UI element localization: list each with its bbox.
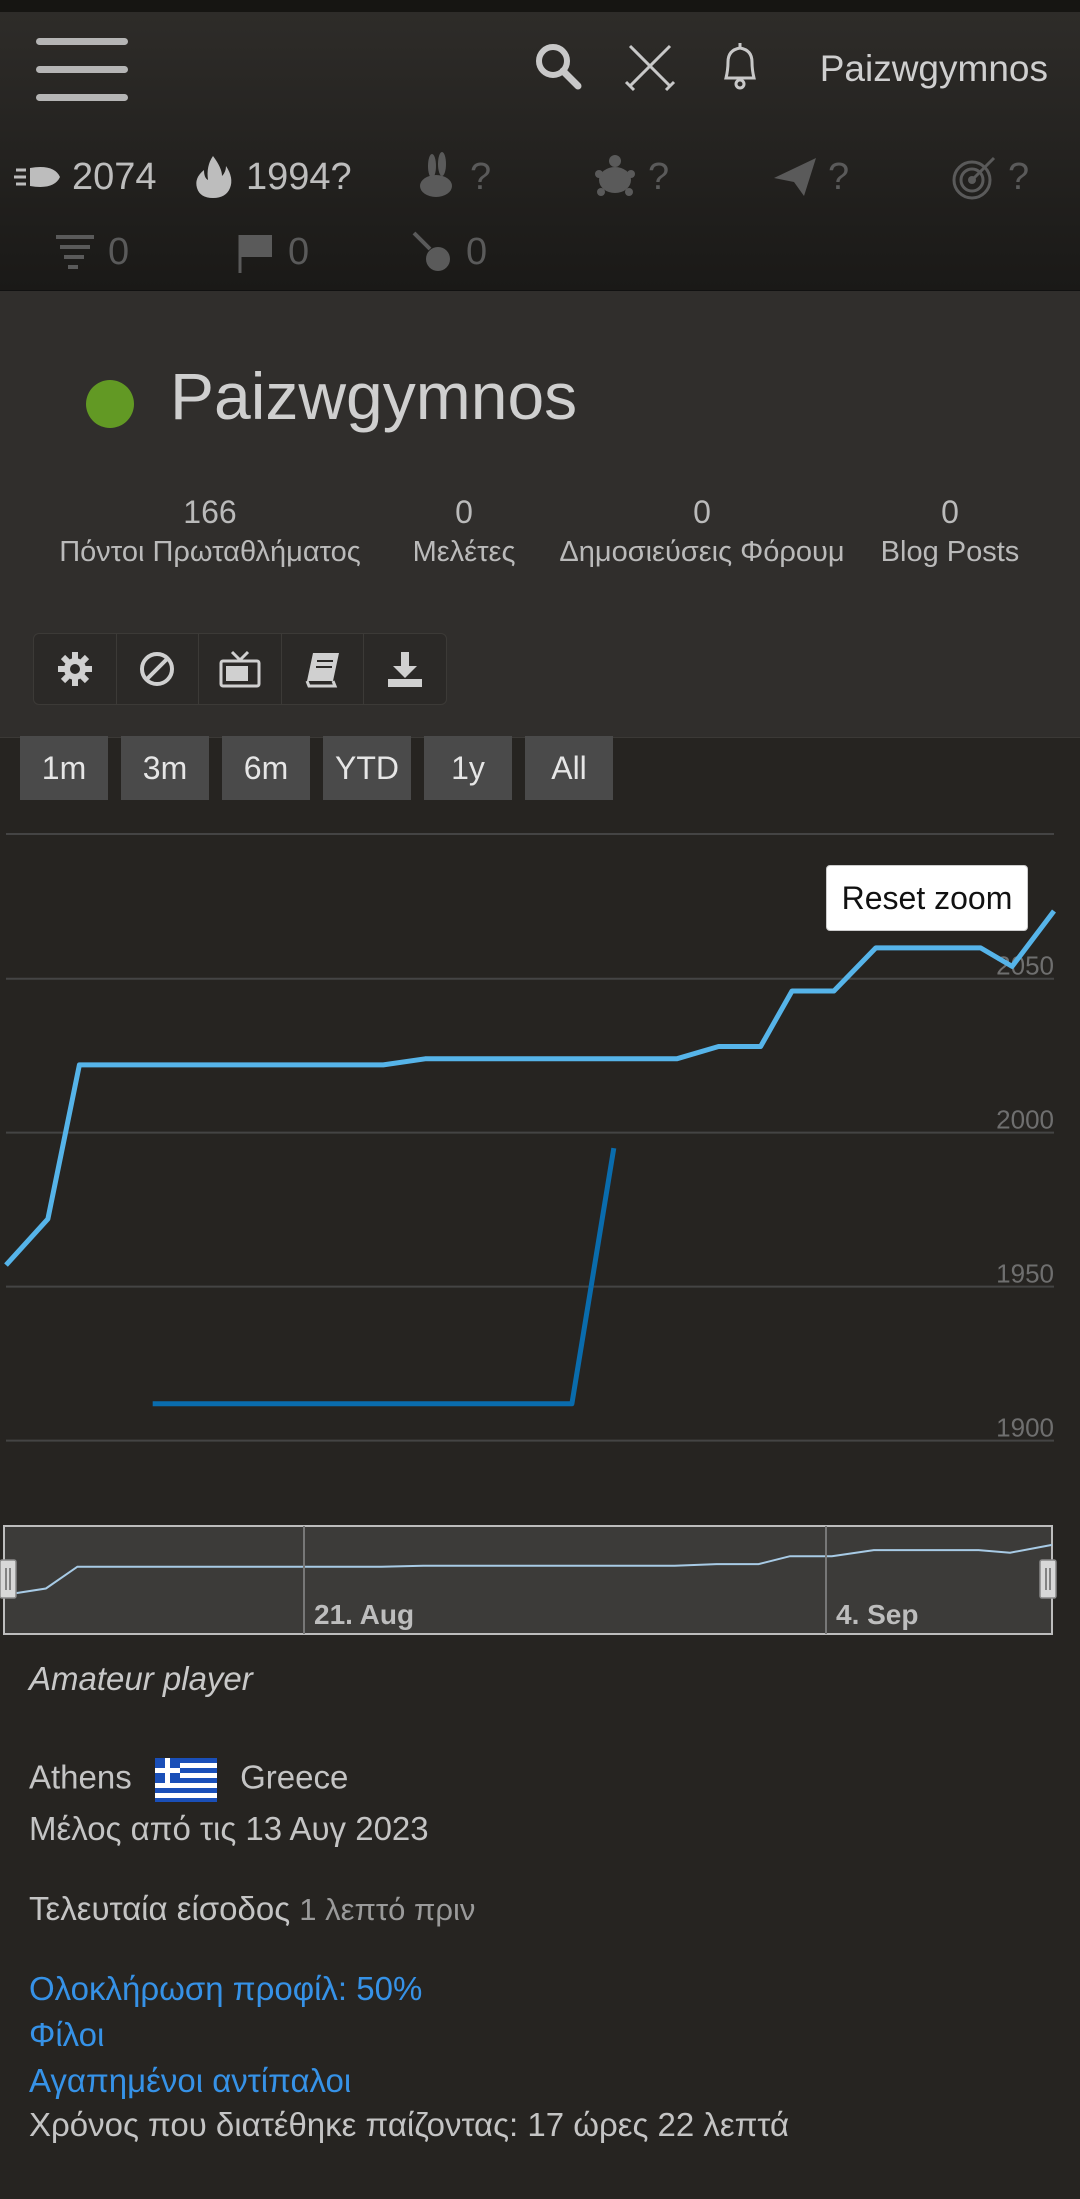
- settings-button[interactable]: [34, 634, 117, 704]
- perf-storm-score: 0: [108, 230, 130, 273]
- stat-blog-posts[interactable]: 0 Blog Posts: [875, 492, 1025, 572]
- perf-puzzle[interactable]: ?: [950, 152, 1029, 202]
- streak-icon: [412, 231, 450, 271]
- location: Athens Greece: [29, 1758, 348, 1802]
- profile-toolbar: [33, 633, 447, 705]
- perf-correspondence-rating: ?: [828, 155, 850, 198]
- perf-storm[interactable]: 0: [50, 227, 129, 277]
- perf-puzzle-rating: ?: [1008, 155, 1030, 198]
- watch-games-button[interactable]: [199, 634, 282, 704]
- member-since: Μέλος από τις 13 Αυγ 2023: [29, 1810, 429, 1847]
- last-login-label: Τελευταία είσοδος: [29, 1890, 291, 1927]
- friends-link[interactable]: Φίλοι: [29, 2016, 104, 2054]
- favorite-opponents-link[interactable]: Αγαπημένοι αντίπαλοι: [29, 2062, 351, 2100]
- navigator-date-label-1: 4. Sep: [836, 1599, 918, 1630]
- y-tick-label-1900: 1900: [996, 1413, 1054, 1443]
- navigator-handle-right[interactable]: [1039, 1559, 1057, 1599]
- search-icon[interactable]: [530, 38, 586, 94]
- stat-tournament-points[interactable]: 166 Πόντοι Πρωταθλήματος: [45, 492, 375, 572]
- stat-number: 0: [693, 494, 711, 530]
- rapid-rabbit-icon: [420, 152, 452, 197]
- perf-streak-score: 0: [466, 230, 488, 273]
- perf-classical-rating: ?: [648, 155, 670, 198]
- series-line-1: [152, 1147, 617, 1407]
- site-header: Paizwgymnos 2074 1994? ? ? ? ? 0 0 0: [0, 12, 1080, 291]
- studies-button[interactable]: [282, 634, 365, 704]
- perf-rapid[interactable]: ?: [412, 152, 491, 202]
- perf-rapid-rating: ?: [470, 155, 492, 198]
- y-tick-label-2050: 2050: [996, 951, 1054, 981]
- block-button[interactable]: [117, 634, 200, 704]
- bell-icon[interactable]: [712, 38, 768, 94]
- user-menu-link[interactable]: Paizwgymnos: [820, 48, 1048, 90]
- racer-flag-icon: [238, 235, 272, 273]
- stat-studies[interactable]: 0 Μελέτες: [395, 492, 533, 572]
- navigator-date-label-0: 21. Aug: [314, 1599, 414, 1630]
- stat-number: 166: [183, 494, 237, 530]
- blitz-fire-icon: [196, 156, 232, 198]
- stat-number: 0: [455, 494, 473, 530]
- perf-racer[interactable]: 0: [230, 227, 309, 277]
- stat-label: Πόντοι Πρωταθλήματος: [59, 536, 361, 568]
- gear-icon: [57, 652, 92, 686]
- bullet-icon: [14, 167, 60, 187]
- perf-racer-score: 0: [288, 230, 310, 273]
- download-icon: [388, 652, 423, 687]
- y-tick-label-1950: 1950: [996, 1259, 1054, 1289]
- swords-icon[interactable]: [622, 38, 678, 94]
- perf-classical[interactable]: ?: [590, 152, 669, 202]
- online-status-dot: [86, 380, 134, 428]
- classical-turtle-icon: [595, 155, 635, 196]
- status-strip: [0, 0, 1080, 12]
- perf-blitz[interactable]: 1994?: [188, 152, 352, 202]
- perf-bullet[interactable]: 2074: [14, 152, 157, 202]
- city: Athens: [29, 1758, 132, 1796]
- perf-correspondence[interactable]: ?: [770, 152, 849, 202]
- last-login-value: 1 λεπτό πριν: [299, 1892, 476, 1927]
- book-icon: [305, 653, 339, 688]
- block-icon: [140, 652, 175, 686]
- y-tick-label-2000: 2000: [996, 1105, 1054, 1135]
- reset-zoom-button[interactable]: Reset zoom: [826, 865, 1028, 931]
- time-playing: Χρόνος που διατέθηκε παίζοντας: 17 ώρες …: [29, 2106, 790, 2143]
- menu-button[interactable]: [36, 38, 128, 102]
- puzzle-target-icon: [952, 156, 996, 200]
- series-line-0: [4, 909, 1056, 1267]
- greece-flag-icon: [154, 1758, 217, 1802]
- perf-blitz-rating: 1994?: [246, 155, 352, 198]
- last-login: Τελευταία είσοδος 1 λεπτό πριν: [29, 1890, 475, 1928]
- stat-number: 0: [941, 494, 959, 530]
- stat-label: Μελέτες: [412, 536, 516, 568]
- stat-label: Δημοσιεύσεις Φόρουμ: [559, 536, 845, 568]
- storm-icon: [56, 235, 94, 269]
- profile-completion-link[interactable]: Ολοκλήρωση προφίλ: 50%: [29, 1970, 422, 2008]
- stat-forum-posts[interactable]: 0 Δημοσιεύσεις Φόρουμ: [550, 492, 854, 572]
- perf-streak[interactable]: 0: [408, 227, 487, 277]
- navigator-handle-left[interactable]: [0, 1559, 17, 1599]
- tv-icon: [219, 650, 261, 688]
- player-title: Amateur player: [29, 1660, 253, 1697]
- export-games-button[interactable]: [364, 634, 446, 704]
- perf-bullet-rating: 2074: [72, 155, 157, 198]
- stat-label: Blog Posts: [880, 536, 1020, 568]
- profile-username: Paizwgymnos: [170, 359, 578, 433]
- correspondence-plane-icon: [774, 158, 816, 196]
- country: Greece: [240, 1758, 349, 1796]
